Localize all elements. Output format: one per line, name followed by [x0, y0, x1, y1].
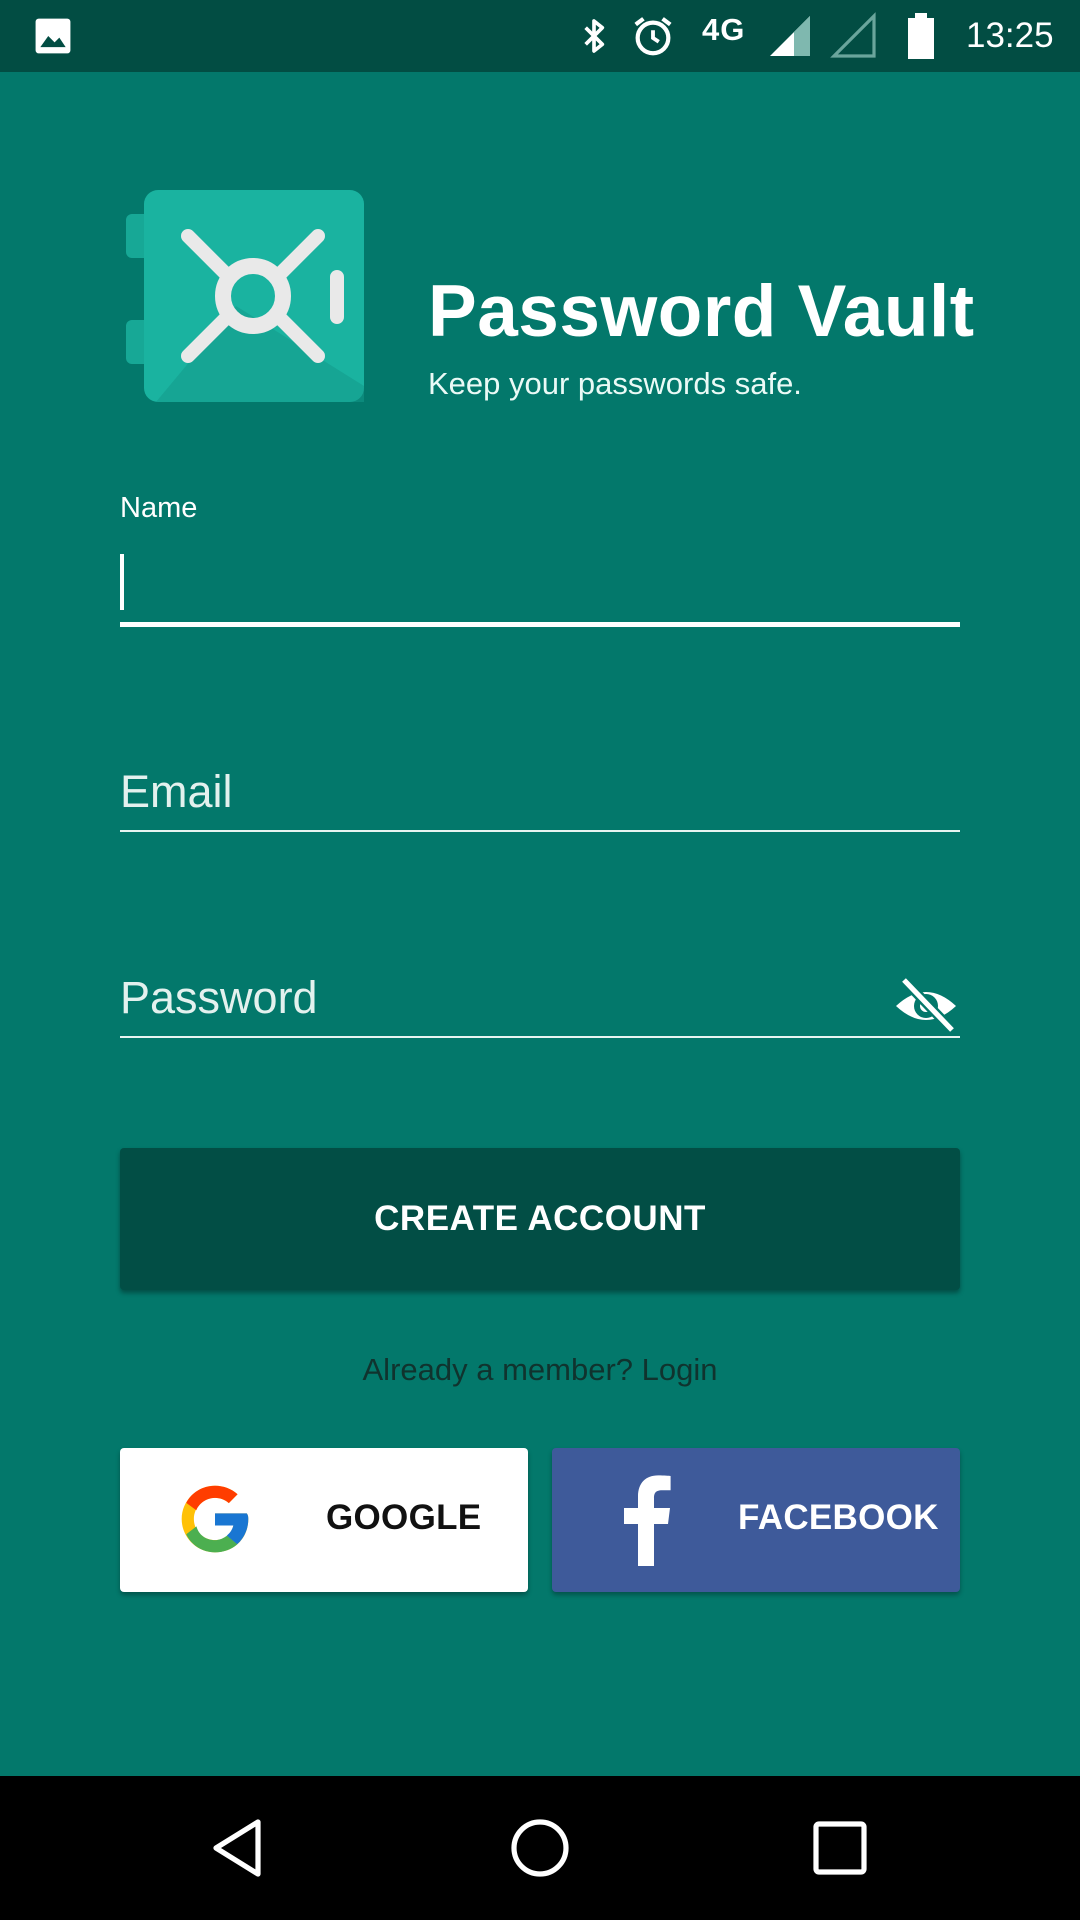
gallery-icon	[34, 0, 72, 72]
facebook-icon	[622, 1474, 672, 1566]
status-bar: 4G 13:25	[0, 0, 1080, 72]
password-field[interactable]: Password	[120, 966, 960, 1038]
app-title: Password Vault	[428, 271, 975, 352]
name-underline	[120, 622, 960, 627]
email-placeholder: Email	[120, 766, 233, 817]
home-icon[interactable]	[508, 1816, 572, 1880]
email-underline	[120, 830, 960, 832]
text-cursor	[120, 554, 124, 610]
back-icon[interactable]	[208, 1816, 272, 1880]
bluetooth-icon	[574, 0, 614, 72]
visibility-off-icon[interactable]	[892, 976, 960, 1034]
google-label: GOOGLE	[326, 1498, 482, 1537]
recents-icon[interactable]	[808, 1816, 872, 1880]
login-link[interactable]: Already a member? Login	[0, 1352, 1080, 1388]
clock: 13:25	[966, 16, 1054, 55]
network-type: 4G	[702, 12, 746, 47]
name-label: Name	[120, 492, 198, 524]
alarm-icon	[630, 0, 676, 72]
google-icon	[176, 1480, 254, 1558]
password-underline	[120, 1036, 960, 1038]
email-field[interactable]: Email	[120, 760, 960, 832]
name-field[interactable]: Name	[120, 492, 960, 627]
navigation-bar	[0, 1776, 1080, 1920]
battery-icon	[906, 0, 936, 72]
password-placeholder: Password	[120, 972, 318, 1023]
facebook-sign-in-button[interactable]: FACEBOOK	[552, 1448, 960, 1592]
signal-empty-icon	[830, 0, 878, 72]
app-subtitle: Keep your passwords safe.	[428, 366, 802, 401]
create-account-button[interactable]: CREATE ACCOUNT	[120, 1148, 960, 1290]
facebook-label: FACEBOOK	[738, 1498, 939, 1537]
signal-icon	[766, 0, 814, 72]
vault-safe-icon	[126, 186, 366, 406]
google-sign-in-button[interactable]: GOOGLE	[120, 1448, 528, 1592]
